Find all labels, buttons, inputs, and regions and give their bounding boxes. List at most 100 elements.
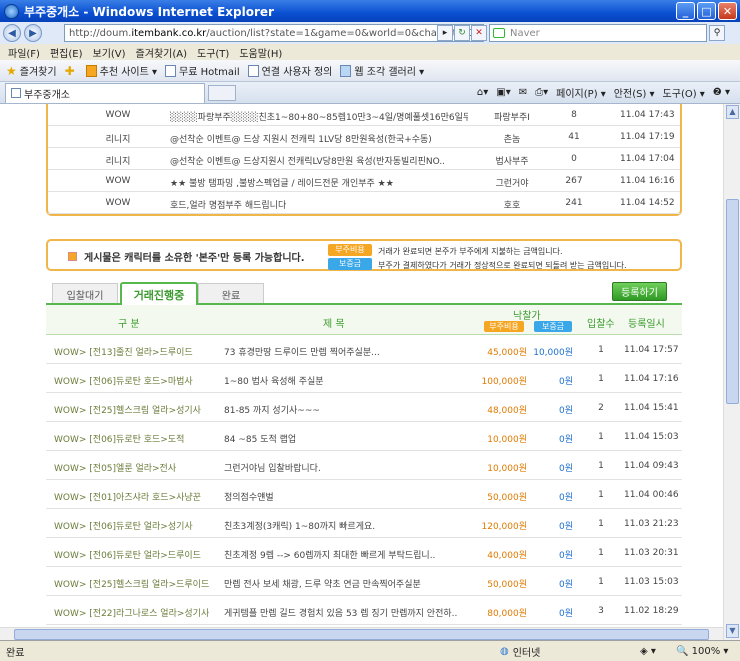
top-row-date: 11.04 17:19 [620,132,675,142]
menu-bar: 파일(F) 편집(E) 보기(V) 즐겨찾기(A) 도구(T) 도움말(H) [0,44,740,60]
row-cat: WOW> [전25]헬스크림 얼라>성기사 [54,406,201,416]
fav-suggested-sites[interactable]: 추천 사이트 ▾ [85,63,157,78]
address-bar[interactable]: http://doum. itembank.co.kr/auction/list?… [64,24,484,42]
address-domain: itembank.co.kr [131,27,207,39]
feeds-icon[interactable]: ▣▾ [496,87,510,98]
auction-row[interactable]: WOW> [전01]아즈샤라 호드>사냥꾼 정의점수얜벌 50,000원 0원 1 11.… [46,481,682,509]
fav-custom-links[interactable]: 연결 사용자 정의 [247,63,332,78]
back-button[interactable]: ◀ [3,24,21,42]
row-title[interactable]: 정의점수얜벌 [224,490,460,503]
auction-row[interactable]: WOW> [전06]듀로탄 호드>마법사 1~80 법사 육성해 주실분 100,0… [46,365,682,393]
row-title[interactable]: 73 휴경만땅 드루이드 만렙 찍어주실분... [224,345,460,358]
fee-description: 거래가 완료되면 본주가 부주에게 지불하는 금액입니다. [378,247,563,256]
auction-row[interactable]: WOW> [전25]헬스크림 얼라>성기사 81-85 까지 성기사~~~ 48,0… [46,394,682,422]
auction-row[interactable]: WOW> [전13]줄진 얼라>드루이드 73 휴경만땅 드루이드 만렙 찍어주실… [46,336,682,364]
row-price: 120,000원 [481,522,528,532]
top-list-row[interactable]: WOW 호드,얼라 명점부주 해드립니다 호호 241 11.04 14:52 [48,192,680,214]
row-deposit: 0원 [558,435,573,445]
favorites-button[interactable]: ★ 즐겨찾기 [6,63,57,79]
row-price: 10,000원 [487,435,527,445]
auction-row[interactable]: WOW> [전06]듀로탄 호드>도적 84 ~85 도적 랩업 10,000원 0원… [46,423,682,451]
close-button[interactable]: ✕ [718,2,737,20]
top-list-row[interactable]: WOW ★★ 불방 탬파밍 ,불방스펙업글 / 레이드전문 개인부주 ★★ 그런거야… [48,170,680,192]
horizontal-scrollbar[interactable] [0,627,723,640]
scroll-down-icon[interactable]: ▼ [726,624,739,638]
top-row-date: 11.04 16:16 [620,176,675,186]
row-date: 11.02 18:29 [624,606,679,616]
refresh-button[interactable]: ↻ [454,25,470,41]
top-row-seller: 촌놈 [503,135,521,145]
deposit-badge: 보증금 [328,258,372,270]
fav-label: 무료 Hotmail [179,67,240,78]
scroll-thumb[interactable] [726,199,739,404]
menu-edit[interactable]: 편집(E) [50,45,83,60]
row-deposit: 0원 [558,551,573,561]
auction-row[interactable]: WOW> [전22]라그나로스 얼라>성기사 게귀템플 만렙 길드 경험치 있음 … [46,597,682,625]
fav-web-slice-gallery[interactable]: 웹 조각 갤러리 ▾ [340,63,424,78]
safety-menu[interactable]: 안전(S) ▾ [614,85,655,100]
search-button[interactable]: ⚲ [709,25,725,41]
row-date: 11.03 15:03 [624,577,679,587]
row-title[interactable]: 만렙 전사 보세 채광, 드루 약초 연금 만속찍어주실분 [224,577,460,590]
row-title[interactable]: 81-85 까지 성기사~~~ [224,403,460,416]
row-title[interactable]: 그런거야님 입찰바랍니다. [224,461,460,474]
notice-text: 게시물은 캐릭터를 소유한 '본주'만 등록 가능합니다. [84,253,305,264]
auction-row[interactable]: WOW> [전06]듀로탄 얼라>성기사 친초3계정(3캐릭) 1~80까지 빠르… [46,510,682,538]
menu-file[interactable]: 파일(F) [8,45,40,60]
row-title[interactable]: 친초계정 9렙 --> 60렙까지 최대한 빠르게 부탁드립니.. [224,548,460,561]
search-input[interactable]: Naver [489,24,707,42]
zone-label: 인터넷 [512,647,541,659]
new-tab-button[interactable] [208,84,236,101]
top-row-seller: 그런거야 [495,179,529,189]
menu-view[interactable]: 보기(V) [93,45,126,60]
menu-favorites[interactable]: 즐겨찾기(A) [136,45,187,60]
stop-button[interactable]: ✕ [471,25,487,41]
forward-button[interactable]: ▶ [24,24,42,42]
top-row-date: 11.04 17:43 [620,110,675,120]
favorites-label: 즐겨찾기 [19,67,57,78]
top-row-game: 리니지 [105,157,131,167]
go-button[interactable]: ▸ [437,25,453,41]
auction-row[interactable]: WOW> [전06]듀로탄 얼라>드루이드 친초계정 9렙 --> 60렙까지 최… [46,539,682,567]
menu-help[interactable]: 도움말(H) [239,45,282,60]
minimize-button[interactable]: _ [676,2,695,20]
vertical-scrollbar[interactable]: ▲ ▼ [723,104,740,640]
page-menu[interactable]: 페이지(P) ▾ [556,85,606,100]
zoom-button[interactable]: 🔍 100% ▾ [676,646,728,657]
protected-mode-icon[interactable]: ◈ ▾ [640,646,656,657]
menu-tools[interactable]: 도구(T) [197,45,229,60]
top-list-row[interactable]: 리니지 @선착순 이벤트@ 드상지원시 전캐릭LV당8만원 육성(반자동빌리핀NO… [48,148,680,170]
auction-row[interactable]: WOW> [전25]헬스크림 얼라>드루이드 만렙 전사 보세 채광, 드루 약초… [46,568,682,596]
top-list-row[interactable]: WOW ░░░░파랑부주░░░░친초1~80+80~85렙10만3~4일/명예풀셋… [48,104,680,126]
home-icon[interactable]: ⌂▾ [477,87,488,98]
row-date: 11.03 20:31 [624,548,679,558]
help-menu[interactable]: ❷ ▾ [713,87,730,98]
auction-row[interactable]: WOW> [전05]엘룬 얼라>전사 그런거야님 입찰바랍니다. 10,000원 0원… [46,452,682,480]
window-title: 부주중개소 - Windows Internet Explorer [24,4,274,19]
top-row-date: 11.04 14:52 [620,198,675,208]
row-title[interactable]: 84 ~85 도적 랩업 [224,432,460,445]
add-favorite-button[interactable]: ✚ [65,64,78,78]
page-content: WOW ░░░░파랑부주░░░░친초1~80+80~85렙10만3~4일/명예풀셋… [0,104,723,640]
row-title[interactable]: 게귀템플 만렙 길드 경험치 있음 53 렙 징기 만렙까지 안전하.. [224,606,460,619]
fav-hotmail[interactable]: 무료 Hotmail [165,63,240,78]
maximize-button[interactable]: □ [697,2,716,20]
row-price: 10,000원 [487,464,527,474]
register-button[interactable]: 등록하기 [612,282,667,301]
tab-waiting[interactable]: 입찰대기 [52,283,118,304]
row-title[interactable]: 1~80 법사 육성해 주실분 [224,374,460,387]
row-date: 11.04 17:16 [624,374,679,384]
tab-row: 부주중개소 ⌂▾ ▣▾ ✉ ⎙▾ 페이지(P) ▾ 안전(S) ▾ 도구(O) … [0,82,740,104]
browser-tab[interactable]: 부주중개소 [5,82,205,103]
row-title[interactable]: 친초3계정(3캐릭) 1~80까지 빠르게요. [224,519,460,532]
scroll-up-icon[interactable]: ▲ [726,105,739,119]
star-icon: ★ [6,63,17,78]
row-date: 11.04 09:43 [624,461,679,471]
top-list-row[interactable]: 리니지 @선착순 이벤트@ 드상 지원시 전캐릭 1LV당 8만원육성(한국+수동… [48,126,680,148]
print-icon[interactable]: ⎙▾ [535,87,548,98]
hscroll-thumb[interactable] [14,629,709,640]
mail-icon[interactable]: ✉ [519,87,527,98]
tab-completed[interactable]: 완료 [198,283,264,304]
tools-menu[interactable]: 도구(O) ▾ [663,85,705,100]
row-deposit: 0원 [558,377,573,387]
